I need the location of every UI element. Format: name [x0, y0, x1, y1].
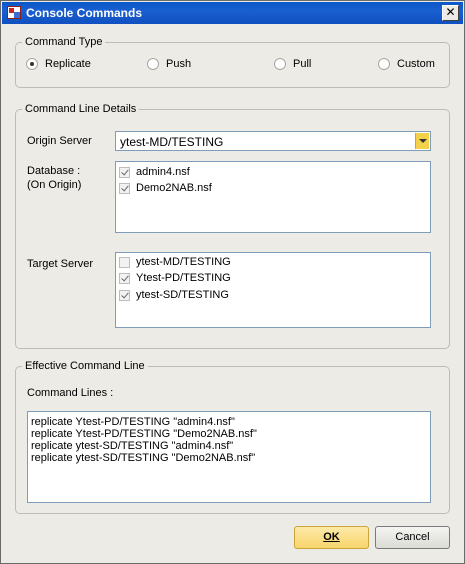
target-item-label: ytest-MD/TESTING	[136, 256, 231, 268]
radio-pull[interactable]: Pull	[274, 58, 311, 70]
database-sublabel: (On Origin)	[27, 179, 82, 191]
checkbox[interactable]	[119, 272, 130, 284]
radio-label: Replicate	[45, 58, 91, 70]
database-item-label: Demo2NAB.nsf	[136, 182, 212, 194]
checkbox[interactable]	[119, 166, 130, 178]
database-list[interactable]: admin4.nsf Demo2NAB.nsf	[115, 161, 431, 233]
origin-server-value: ytest-MD/TESTING	[120, 135, 224, 149]
target-item-label: ytest-SD/TESTING	[136, 289, 229, 301]
radio-custom[interactable]: Custom	[378, 58, 435, 70]
checkbox[interactable]	[119, 256, 130, 268]
command-line-details-label: Command Line Details	[22, 103, 140, 115]
ok-button-label: OK	[323, 531, 340, 543]
database-item-demo2nab[interactable]: Demo2NAB.nsf	[119, 182, 212, 194]
command-line: replicate ytest-SD/TESTING "admin4.nsf"	[31, 440, 234, 452]
cancel-button[interactable]: Cancel	[375, 526, 450, 549]
command-lines-textarea[interactable]: replicate Ytest-PD/TESTING "admin4.nsf" …	[27, 411, 431, 503]
database-label: Database :	[27, 165, 81, 177]
radio-push[interactable]: Push	[147, 58, 191, 70]
target-item-ytest-pd[interactable]: Ytest-PD/TESTING	[119, 272, 231, 284]
checkbox[interactable]	[119, 289, 130, 301]
target-server-list[interactable]: ytest-MD/TESTING Ytest-PD/TESTING ytest-…	[115, 252, 431, 328]
ok-button[interactable]: OK	[294, 526, 369, 549]
radio-indicator	[274, 58, 286, 70]
window-title: Console Commands	[26, 6, 143, 20]
command-line: replicate Ytest-PD/TESTING "admin4.nsf"	[31, 416, 235, 428]
command-type-label: Command Type	[22, 36, 106, 48]
close-icon: ✕	[445, 5, 456, 19]
origin-server-select[interactable]: ytest-MD/TESTING	[115, 131, 431, 151]
target-item-label: Ytest-PD/TESTING	[136, 272, 231, 284]
effective-command-line-label: Effective Command Line	[22, 360, 148, 372]
radio-indicator	[378, 58, 390, 70]
target-item-ytest-md[interactable]: ytest-MD/TESTING	[119, 256, 231, 268]
cancel-button-label: Cancel	[395, 531, 430, 543]
database-item-admin4[interactable]: admin4.nsf	[119, 166, 190, 178]
radio-label: Custom	[397, 58, 435, 70]
chevron-down-icon[interactable]	[415, 133, 429, 149]
radio-indicator	[147, 58, 159, 70]
database-item-label: admin4.nsf	[136, 166, 190, 178]
close-button[interactable]: ✕	[442, 5, 459, 21]
origin-server-label: Origin Server	[27, 135, 92, 147]
command-line: replicate ytest-SD/TESTING "Demo2NAB.nsf…	[31, 452, 256, 464]
radio-replicate[interactable]: Replicate	[26, 58, 91, 70]
target-server-label: Target Server	[27, 258, 94, 270]
title-bar: Console Commands ✕	[2, 2, 463, 24]
radio-indicator	[26, 58, 38, 70]
target-item-ytest-sd[interactable]: ytest-SD/TESTING	[119, 289, 229, 301]
command-lines-label: Command Lines :	[27, 387, 114, 399]
console-commands-dialog: Console Commands ✕ Command Type Replicat…	[0, 0, 465, 564]
radio-label: Push	[166, 58, 192, 70]
checkbox[interactable]	[119, 182, 130, 194]
command-line: replicate Ytest-PD/TESTING "Demo2NAB.nsf…	[31, 428, 257, 440]
app-icon	[7, 6, 21, 19]
radio-label: Pull	[293, 58, 312, 70]
